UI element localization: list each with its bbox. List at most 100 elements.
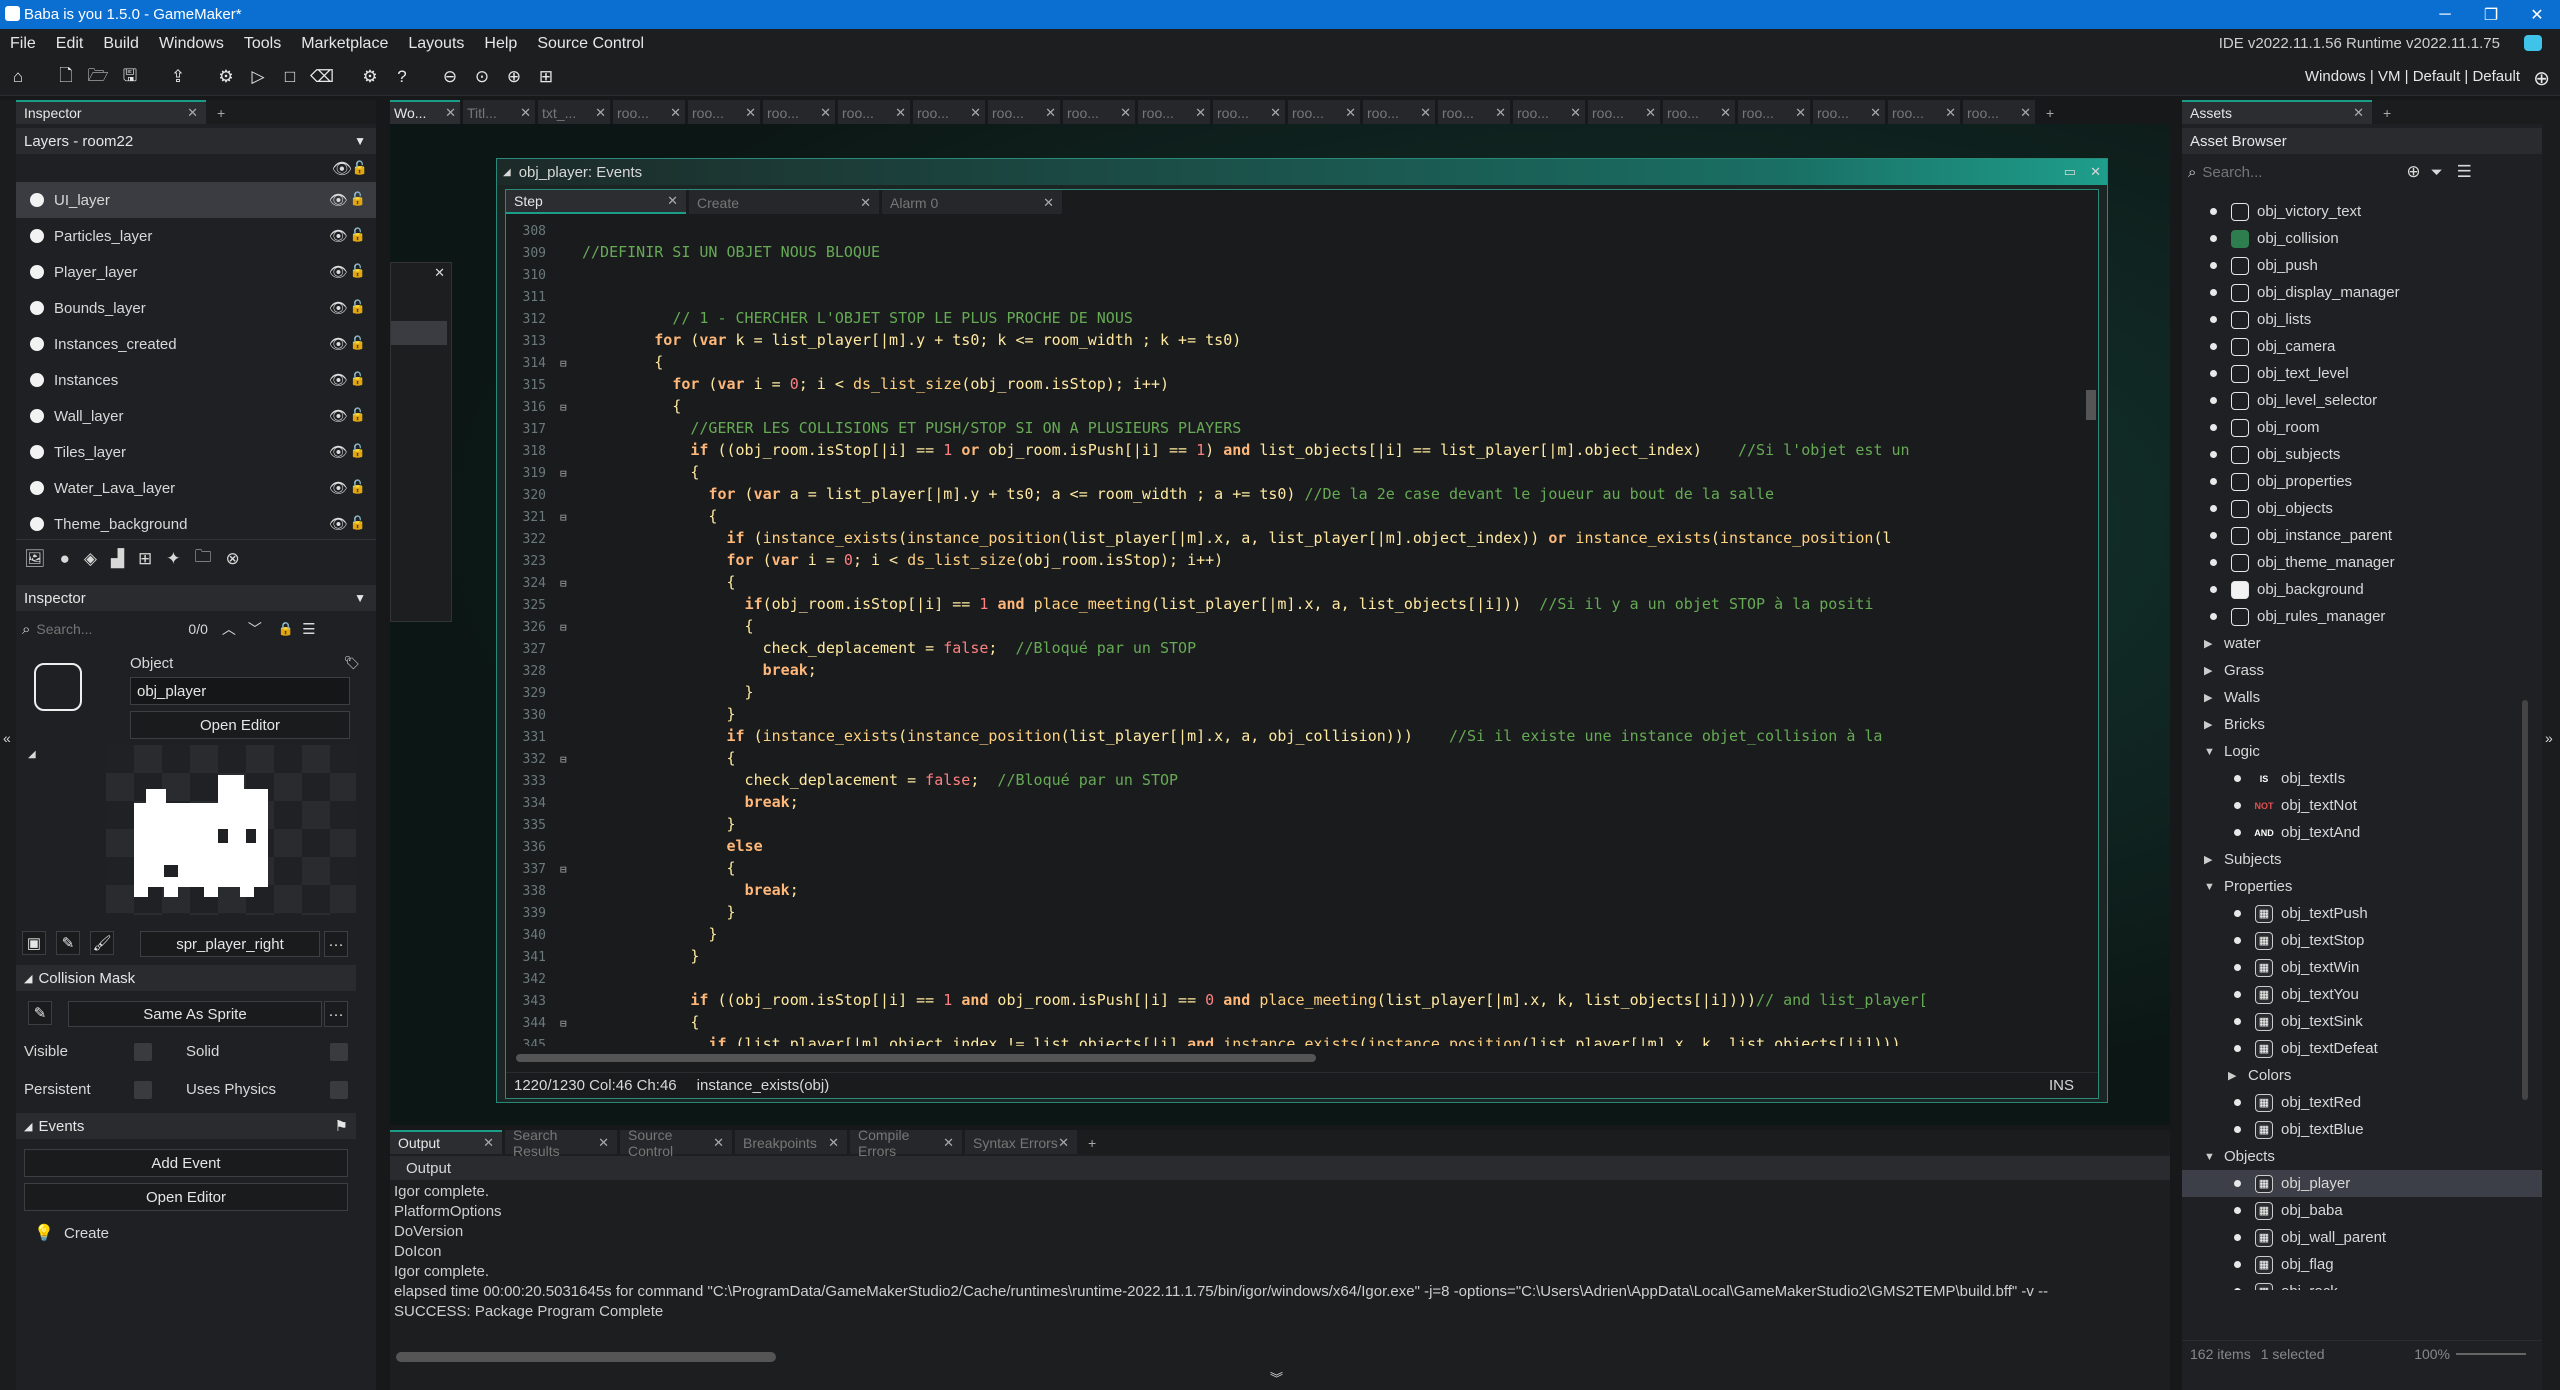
flag-icon[interactable]: ⚑ (335, 1117, 348, 1135)
asset-item[interactable]: obj_subjects (2182, 441, 2542, 468)
menu-file[interactable]: File (0, 35, 46, 53)
help-icon[interactable]: ? (388, 63, 416, 91)
asset-item[interactable]: obj_background (2182, 576, 2542, 603)
fold-icon[interactable] (560, 706, 570, 726)
asset-folder[interactable]: ▼ Properties (2182, 873, 2542, 900)
eye-icon[interactable]: 👁 (329, 371, 348, 389)
fold-icon[interactable] (560, 684, 570, 704)
lock-icon[interactable]: 🔓 (350, 371, 366, 387)
fold-icon[interactable] (560, 904, 570, 924)
filter-icon[interactable]: ⏷ (2431, 164, 2443, 181)
inspector-header[interactable]: Inspector ▼ (16, 585, 376, 611)
asset-item[interactable]: ▦ obj_textDefeat (2182, 1035, 2542, 1062)
left-collapse-strip[interactable]: « (0, 100, 16, 1390)
instance-layer-icon[interactable]: ● (60, 549, 70, 569)
inspector-search-input[interactable] (36, 621, 187, 637)
object-name-field[interactable]: obj_player (130, 677, 350, 705)
menu-windows[interactable]: Windows (149, 35, 234, 53)
asset-item[interactable]: obj_victory_text (2182, 198, 2542, 225)
layer-item[interactable]: Instances 👁 🔓 (16, 362, 376, 398)
zoom-in-icon[interactable]: ⊕ (500, 63, 528, 91)
close-icon[interactable]: ✕ (667, 193, 678, 209)
asset-item[interactable]: obj_display_manager (2182, 279, 2542, 306)
eye-icon[interactable]: 👁 (329, 227, 348, 245)
fold-icon[interactable] (560, 332, 570, 352)
collapse-icon[interactable]: ◢ (28, 749, 36, 760)
layer-item[interactable]: Wall_layer 👁 🔓 (16, 398, 376, 434)
close-icon[interactable]: ✕ (1570, 105, 1581, 121)
asset-folder[interactable]: ▶ Subjects (2182, 846, 2542, 873)
close-icon[interactable]: ✕ (713, 1135, 724, 1151)
output-tab[interactable]: Output ✕ (390, 1130, 502, 1154)
fold-icon[interactable] (560, 530, 570, 550)
fold-icon[interactable] (560, 882, 570, 902)
event-create[interactable]: Create (64, 1225, 109, 1242)
menu-edit[interactable]: Edit (46, 35, 94, 53)
chevron-down-icon[interactable]: ︾ (1270, 1368, 1283, 1387)
workspace-tab[interactable]: roo... ✕ (1888, 100, 1960, 124)
delete-layer-icon[interactable]: ⊗ (226, 549, 240, 569)
asset-item[interactable]: obj_level_selector (2182, 387, 2542, 414)
workspace-tab[interactable]: roo... ✕ (1663, 100, 1735, 124)
asset-layer-icon[interactable]: ◈ (84, 549, 97, 569)
close-icon[interactable]: ✕ (1345, 105, 1356, 121)
asset-scrollbar[interactable] (2522, 700, 2528, 1100)
workspace-tab[interactable]: roo... ✕ (1963, 100, 2035, 124)
fold-icon[interactable]: ⊟ (560, 1014, 570, 1034)
fold-icon[interactable] (560, 442, 570, 462)
close-icon[interactable]: ✕ (434, 265, 445, 281)
events-header[interactable]: ◢ Events ⚑ (16, 1113, 356, 1139)
close-icon[interactable]: ✕ (1795, 105, 1806, 121)
fold-icon[interactable] (560, 596, 570, 616)
menu-marketplace[interactable]: Marketplace (291, 35, 398, 53)
mask-more-button[interactable]: ··· (324, 1001, 348, 1027)
workspace-tab[interactable]: roo... ✕ (1738, 100, 1810, 124)
workspace-tab[interactable]: Wo... ✕ (390, 100, 460, 124)
asset-item[interactable]: ▦ obj_player (2182, 1170, 2542, 1197)
chat-icon[interactable] (2524, 35, 2542, 51)
menu-tools[interactable]: Tools (234, 35, 291, 53)
fold-icon[interactable] (560, 728, 570, 748)
open-events-editor-button[interactable]: Open Editor (24, 1183, 348, 1211)
zoom-out-icon[interactable]: ⊖ (436, 63, 464, 91)
layer-item[interactable]: Instances_created 👁 🔓 (16, 326, 376, 362)
asset-item[interactable]: obj_text_level (2182, 360, 2542, 387)
fold-icon[interactable] (560, 266, 570, 286)
tab-step[interactable]: Step ✕ (506, 190, 686, 214)
asset-item[interactable]: ▦ obj_textSink (2182, 1008, 2542, 1035)
background-layer-icon[interactable]: 🖼 (24, 549, 46, 569)
path-layer-icon[interactable]: ⊞ (138, 549, 152, 569)
close-icon[interactable]: ✕ (2090, 164, 2101, 180)
lock-icon[interactable]: 🔓 (350, 443, 366, 459)
fold-icon[interactable]: ⊟ (560, 464, 570, 484)
asset-item[interactable]: obj_camera (2182, 333, 2542, 360)
workspace-tab[interactable]: roo... ✕ (1213, 100, 1285, 124)
lock-icon[interactable]: 🔓 (350, 479, 366, 495)
close-icon[interactable]: ✕ (1195, 105, 1206, 121)
workspace-tab[interactable]: roo... ✕ (1138, 100, 1210, 124)
close-icon[interactable]: ✕ (483, 1135, 494, 1151)
fold-icon[interactable] (560, 310, 570, 330)
vertical-scrollbar[interactable] (2086, 390, 2096, 420)
asset-item[interactable]: ▦ obj_textBlue (2182, 1116, 2542, 1143)
close-icon[interactable]: ✕ (2353, 105, 2364, 121)
output-tab[interactable]: Source Control ✕ (620, 1127, 732, 1159)
chevron-right-icon[interactable]: ▶ (2204, 718, 2224, 731)
workspace-tab[interactable]: roo... ✕ (838, 100, 910, 124)
menu-build[interactable]: Build (93, 35, 149, 53)
close-icon[interactable]: ✕ (1043, 195, 1054, 211)
fold-icon[interactable] (560, 662, 570, 682)
close-icon[interactable]: ✕ (943, 1135, 954, 1151)
close-icon[interactable]: ✕ (1045, 105, 1056, 121)
brush-icon[interactable]: 🖌 (90, 931, 114, 955)
workspace-tab[interactable]: roo... ✕ (913, 100, 985, 124)
fold-icon[interactable] (560, 992, 570, 1012)
preferences-icon[interactable]: ⚙ (356, 63, 384, 91)
eye-icon[interactable]: 👁 (332, 159, 352, 179)
layer-item[interactable]: Water_Lava_layer 👁 🔓 (16, 470, 376, 506)
asset-item[interactable]: ▦ obj_wall_parent (2182, 1224, 2542, 1251)
asset-item[interactable]: obj_lists (2182, 306, 2542, 333)
workspace-tab[interactable]: roo... ✕ (1438, 100, 1510, 124)
fold-icon[interactable] (560, 816, 570, 836)
fold-icon[interactable] (560, 486, 570, 506)
